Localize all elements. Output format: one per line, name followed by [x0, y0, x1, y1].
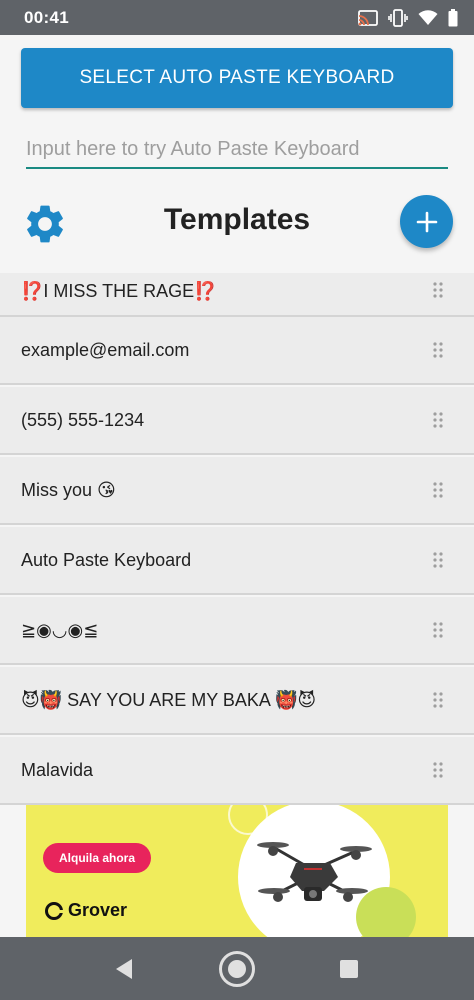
drag-handle-icon[interactable] — [433, 412, 443, 428]
drone-icon — [257, 842, 372, 902]
list-item[interactable]: ⁉️I MISS THE RAGE⁉️ — [0, 273, 474, 317]
select-keyboard-button[interactable]: SELECT AUTO PASTE KEYBOARD — [21, 48, 453, 108]
ad-banner[interactable]: Alquila ahora Grover — [26, 805, 448, 937]
template-text: ⁉️I MISS THE RAGE⁉️ — [21, 280, 217, 301]
drag-handle-icon[interactable] — [433, 692, 443, 708]
list-item[interactable]: 😈👹 SAY YOU ARE MY BAKA 👹😈 — [0, 667, 474, 735]
list-item[interactable]: Auto Paste Keyboard — [0, 527, 474, 595]
template-text: Miss you 😘 — [21, 479, 116, 500]
try-input-container — [26, 133, 448, 169]
back-icon[interactable] — [114, 958, 134, 980]
status-icons — [358, 8, 458, 27]
ad-brand-name: Grover — [68, 900, 128, 920]
templates-list: ⁉️I MISS THE RAGE⁉️ example@email.com (5… — [0, 273, 474, 805]
template-text: 😈👹 SAY YOU ARE MY BAKA 👹😈 — [21, 689, 317, 710]
list-item[interactable]: example@email.com — [0, 317, 474, 385]
status-bar: 00:41 — [0, 0, 474, 35]
list-item[interactable]: Malavida — [0, 737, 474, 805]
template-text: (555) 555-1234 — [21, 409, 145, 430]
list-item[interactable]: Miss you 😘 — [0, 457, 474, 525]
wifi-icon — [418, 9, 438, 25]
add-template-button[interactable] — [400, 195, 453, 248]
system-nav-bar — [0, 937, 474, 1000]
plus-icon — [416, 211, 437, 232]
grover-logo-icon — [45, 901, 63, 920]
drag-handle-icon[interactable] — [433, 342, 443, 358]
try-input[interactable] — [26, 133, 448, 165]
drag-handle-icon[interactable] — [433, 762, 443, 778]
status-time: 00:41 — [24, 7, 69, 27]
drag-handle-icon[interactable] — [433, 552, 443, 568]
vibrate-icon — [388, 8, 408, 27]
app-content: SELECT AUTO PASTE KEYBOARD Templates ⁉️I… — [0, 35, 474, 937]
template-text: Malavida — [21, 759, 94, 780]
template-text: Auto Paste Keyboard — [21, 549, 192, 570]
templates-header: Templates — [0, 195, 474, 255]
drag-handle-icon[interactable] — [433, 622, 443, 638]
drag-handle-icon[interactable] — [433, 482, 443, 498]
cast-icon — [358, 9, 378, 26]
ad-cta-button[interactable]: Alquila ahora — [43, 843, 151, 873]
list-item[interactable]: (555) 555-1234 — [0, 387, 474, 455]
drag-handle-icon[interactable] — [433, 282, 443, 298]
home-icon[interactable] — [218, 950, 256, 988]
list-item[interactable]: ≧◉◡◉≦ — [0, 597, 474, 665]
recent-apps-icon[interactable] — [339, 959, 359, 979]
ad-brand: Grover — [44, 900, 127, 921]
battery-icon — [448, 8, 458, 26]
template-text: ≧◉◡◉≦ — [21, 619, 99, 640]
template-text: example@email.com — [21, 339, 190, 360]
